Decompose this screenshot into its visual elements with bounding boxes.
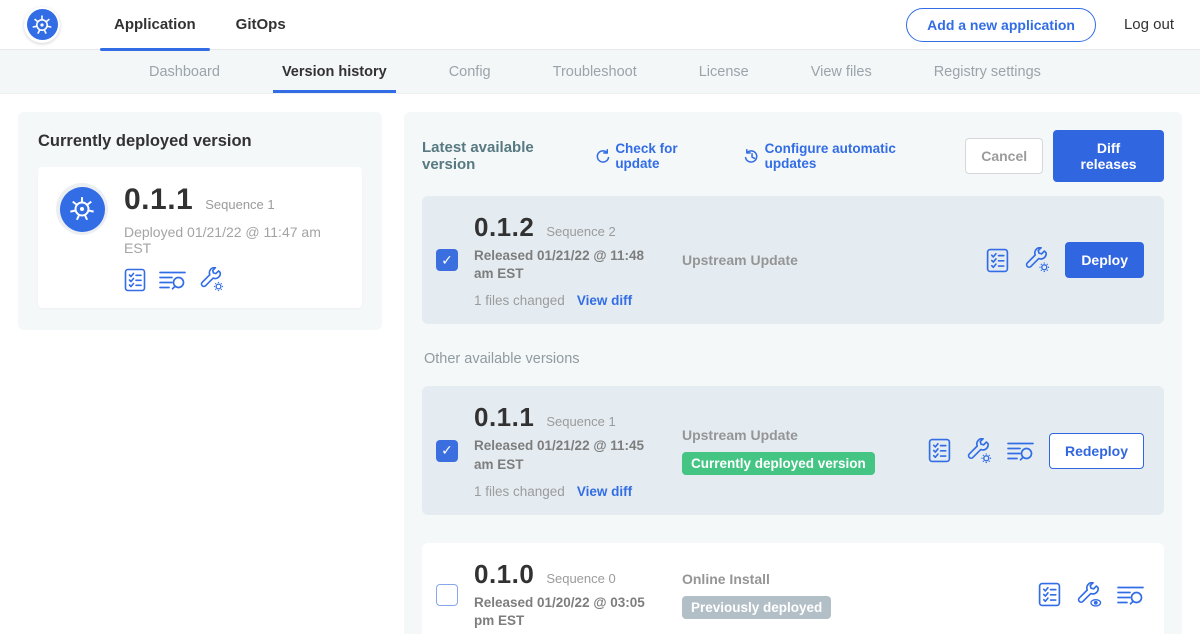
tab-registry-settings[interactable]: Registry settings <box>903 50 1072 93</box>
main-tabs: Application GitOps <box>94 0 306 50</box>
preflight-checks-icon[interactable] <box>986 248 1009 273</box>
redeploy-button[interactable]: Redeploy <box>1049 433 1144 469</box>
currently-deployed-badge: Currently deployed version <box>682 452 875 475</box>
deployed-version-card: 0.1.1 Sequence 1 Deployed 01/21/22 @ 11:… <box>38 167 362 308</box>
diff-releases-button[interactable]: Diff releases <box>1053 130 1164 182</box>
deployed-version-number: 0.1.1 <box>124 183 193 217</box>
view-diff-link[interactable]: View diff <box>577 293 632 308</box>
tab-view-files[interactable]: View files <box>780 50 903 93</box>
released-timestamp: Released 01/21/22 @ 11:45 am EST <box>474 437 666 473</box>
tab-gitops[interactable]: GitOps <box>216 0 306 50</box>
app-logo <box>24 7 60 43</box>
currently-deployed-panel: Currently deployed version 0.1.1 Sequenc… <box>18 112 382 330</box>
tab-application[interactable]: Application <box>94 0 216 50</box>
deploy-button[interactable]: Deploy <box>1065 242 1144 278</box>
tab-license[interactable]: License <box>668 50 780 93</box>
available-panel-header: Latest available version Check for updat… <box>422 130 1164 182</box>
version-number: 0.1.0 <box>474 559 534 590</box>
deployed-version-info: 0.1.1 Sequence 1 Deployed 01/21/22 @ 11:… <box>124 183 344 292</box>
app-subnav: Dashboard Version history Config Trouble… <box>0 50 1200 94</box>
configure-auto-updates-link[interactable]: Configure automatic updates <box>744 141 942 171</box>
available-panel-title: Latest available version <box>422 139 582 173</box>
deployed-sequence-label: Sequence 1 <box>205 197 274 212</box>
version-number: 0.1.1 <box>474 402 534 433</box>
deploy-logs-icon[interactable] <box>1007 440 1034 462</box>
tab-version-history[interactable]: Version history <box>251 50 418 93</box>
version-number: 0.1.2 <box>474 212 534 243</box>
deployed-timestamp: Deployed 01/21/22 @ 11:47 am EST <box>124 224 344 256</box>
version-source: Online Install Previously deployed <box>682 571 912 619</box>
app-logo-ring <box>56 183 108 235</box>
deploy-logs-icon[interactable] <box>159 269 186 291</box>
files-changed-label: 1 files changed <box>474 293 565 308</box>
files-changed-label: 1 files changed <box>474 484 565 499</box>
tab-troubleshoot[interactable]: Troubleshoot <box>522 50 668 93</box>
kubernetes-wheel-icon <box>60 187 105 232</box>
version-source: Upstream Update Currently deployed versi… <box>682 427 912 475</box>
edit-config-icon[interactable] <box>1024 247 1050 273</box>
version-meta: 0.1.1 Sequence 1 Released 01/21/22 @ 11:… <box>474 402 666 498</box>
view-config-icon[interactable] <box>1076 582 1102 608</box>
version-checkbox[interactable] <box>436 249 458 271</box>
version-card-0-1-1: 0.1.1 Sequence 1 Released 01/21/22 @ 11:… <box>422 386 1164 514</box>
sequence-label: Sequence 1 <box>546 414 615 429</box>
version-card-0-1-2: 0.1.2 Sequence 2 Released 01/21/22 @ 11:… <box>422 196 1164 324</box>
preflight-checks-icon[interactable] <box>124 268 146 292</box>
top-header: Application GitOps Add a new application… <box>0 0 1200 50</box>
deploy-logs-icon[interactable] <box>1117 584 1144 606</box>
check-for-update-link[interactable]: Check for update <box>594 141 719 171</box>
version-actions: Deploy <box>986 242 1144 278</box>
sequence-label: Sequence 2 <box>546 224 615 239</box>
sequence-label: Sequence 0 <box>546 571 615 586</box>
available-versions-panel: Latest available version Check for updat… <box>404 112 1182 634</box>
version-card-0-1-0: 0.1.0 Sequence 0 Released 01/20/22 @ 03:… <box>422 543 1164 634</box>
version-meta: 0.1.0 Sequence 0 Released 01/20/22 @ 03:… <box>474 559 666 630</box>
tab-dashboard[interactable]: Dashboard <box>118 50 251 93</box>
add-new-application-button[interactable]: Add a new application <box>906 8 1096 42</box>
version-source: Upstream Update <box>682 252 912 268</box>
version-checkbox[interactable] <box>436 440 458 462</box>
preflight-checks-icon[interactable] <box>928 438 951 463</box>
released-timestamp: Released 01/21/22 @ 11:48 am EST <box>474 247 666 283</box>
preflight-checks-icon[interactable] <box>1038 582 1061 607</box>
released-timestamp: Released 01/20/22 @ 03:05 pm EST <box>474 594 666 630</box>
view-diff-link[interactable]: View diff <box>577 484 632 499</box>
main-content: Currently deployed version 0.1.1 Sequenc… <box>0 94 1200 634</box>
version-actions <box>1038 582 1144 608</box>
cancel-button[interactable]: Cancel <box>965 138 1043 174</box>
refresh-icon <box>594 148 610 165</box>
tab-config[interactable]: Config <box>418 50 522 93</box>
version-meta: 0.1.2 Sequence 2 Released 01/21/22 @ 11:… <box>474 212 666 308</box>
logout-button[interactable]: Log out <box>1124 16 1174 33</box>
version-checkbox[interactable] <box>436 584 458 606</box>
previously-deployed-badge: Previously deployed <box>682 596 831 619</box>
other-versions-label: Other available versions <box>424 351 1162 367</box>
deployed-panel-title: Currently deployed version <box>38 132 362 151</box>
clock-update-icon <box>744 148 760 165</box>
edit-config-icon[interactable] <box>966 438 992 464</box>
kubernetes-wheel-icon <box>27 9 58 40</box>
edit-config-icon[interactable] <box>199 267 224 292</box>
version-actions: Redeploy <box>928 433 1144 469</box>
